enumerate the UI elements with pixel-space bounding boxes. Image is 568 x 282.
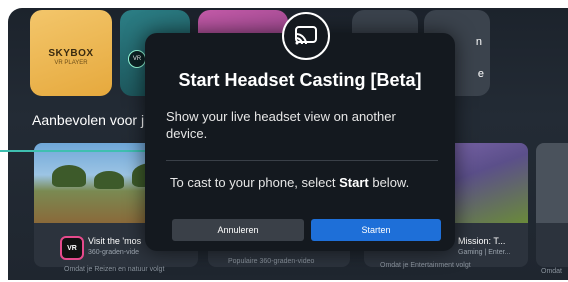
section-title: Aanbevolen voor j [32, 112, 145, 128]
card-title: Mission: T... [458, 236, 506, 246]
vr-badge-icon: VR [128, 50, 146, 68]
card-footer: Omdat je Entertainment volgt [380, 262, 471, 269]
start-button[interactable]: Starten [311, 219, 441, 241]
skybox-subtitle: VR PLAYER [54, 60, 88, 66]
cast-icon [282, 12, 330, 60]
video-card[interactable] [536, 143, 568, 267]
card-subtitle: 360-graden-vide [88, 249, 139, 256]
instruction-prefix: To cast to your phone, select [170, 175, 340, 190]
skybox-logo: SKYBOX [48, 48, 94, 59]
dialog-title: Start Headset Casting [Beta] [178, 70, 422, 90]
tile-text: e [477, 68, 484, 80]
tile-text: n [475, 36, 482, 48]
divider [166, 160, 438, 161]
tree-shape [94, 171, 124, 189]
card-footer: Omdat [541, 268, 563, 275]
cast-icon-glyph [295, 26, 317, 45]
card-subtitle: Gaming | Enter... [458, 249, 511, 256]
vr-badge-icon: VR [60, 236, 84, 260]
tree-shape [52, 165, 86, 187]
card-footer: Omdat je Reizen en natuur volgt [64, 266, 165, 273]
dialog-description: Show your live headset view on another d… [166, 109, 396, 141]
skybox-app-tile[interactable]: SKYBOX VR PLAYER [30, 10, 112, 96]
card-footer: Populaire 360-graden-video [228, 258, 315, 265]
instruction-suffix: below. [368, 175, 410, 190]
video-thumbnail [536, 143, 568, 223]
card-title: Visit the 'mos [88, 236, 142, 246]
instruction-bold: Start [339, 175, 369, 190]
cancel-button[interactable]: Annuleren [172, 219, 304, 241]
dialog-instruction: To cast to your phone, select Start belo… [170, 175, 409, 190]
